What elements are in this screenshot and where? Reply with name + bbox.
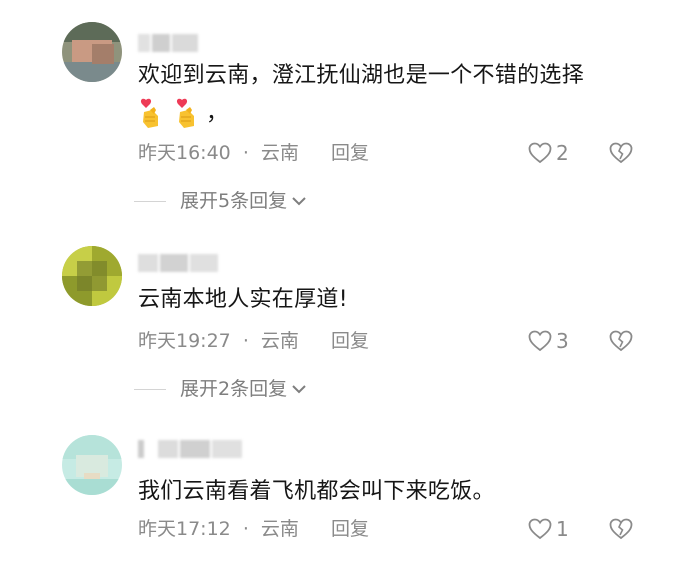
comment-text: 我们云南看着飞机都会叫下来吃饭。 — [138, 479, 495, 504]
username[interactable] — [138, 440, 242, 458]
heart-icon — [528, 518, 552, 540]
dislike-button[interactable] — [609, 518, 633, 544]
broken-heart-icon — [609, 518, 633, 540]
location: 云南 — [260, 518, 299, 540]
reply-button[interactable]: 回复 — [331, 518, 369, 540]
like-button[interactable]: 1 — [528, 517, 569, 541]
meta-separator: · — [242, 518, 249, 540]
comment-item: 我们云南看着飞机都会叫下来吃饭。 昨天17:12 · 云南 回复 1 — [0, 0, 676, 562]
timestamp: 昨天17:12 — [138, 518, 231, 540]
avatar[interactable] — [62, 435, 122, 495]
like-count: 1 — [556, 517, 569, 541]
comment-meta: 昨天17:12 · 云南 回复 — [138, 517, 369, 541]
